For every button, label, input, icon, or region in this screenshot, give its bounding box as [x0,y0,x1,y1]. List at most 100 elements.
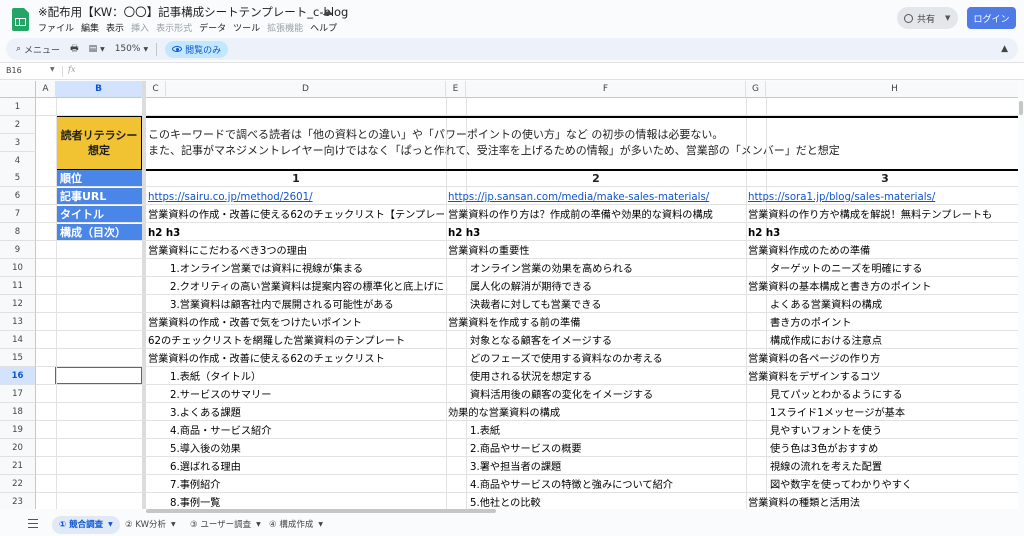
outline-item[interactable]: 2.サービスのサマリー [170,387,444,404]
cloud-status-icon[interactable]: ☁ [322,5,333,18]
outline-item[interactable]: 営業資料の作成・改善で気をつけたいポイント [148,315,444,332]
row-header[interactable]: 18 [0,403,36,421]
outline-item[interactable]: 営業資料の基本構成と書き方のポイント [748,279,1018,296]
outline-item[interactable]: 営業資料の作成・改善に使える62のチェックリスト [148,351,444,368]
sheet-tab[interactable]: ② KW分析 ▼ [118,516,183,534]
scroll-thumb[interactable] [1019,101,1023,115]
row-header[interactable]: 10 [0,259,36,277]
zoom-select[interactable]: 150% ▼ [115,44,148,54]
menu-item[interactable]: ヘルプ [310,21,337,34]
outline-item[interactable]: 4.商品・サービス紹介 [170,423,444,440]
article-title[interactable]: 営業資料の作成・改善に使える62のチェックリスト【テンプレート付】 [148,207,444,224]
all-sheets-menu-icon[interactable] [28,519,38,528]
vertical-scrollbar[interactable] [1018,81,1024,509]
menu-item[interactable]: ファイル [38,21,74,34]
outline-item[interactable]: 7.事例紹介 [170,477,444,494]
heading-tags[interactable]: h2 h3 [448,225,744,242]
outline-item[interactable]: 6.選ばれる理由 [170,459,444,476]
menu-item[interactable]: 表示 [106,21,124,34]
row-header[interactable]: 20 [0,439,36,457]
chevron-down-icon[interactable]: ▼ [171,516,176,534]
menu-item[interactable]: 挿入 [131,21,149,34]
menu-item[interactable]: ツール [233,21,260,34]
chevron-down-icon[interactable]: ▼ [50,66,55,73]
sheet-tab[interactable]: ④ 構成作成 ▼ [262,516,330,534]
menu-item[interactable]: 編集 [81,21,99,34]
row-header[interactable]: 4 [0,152,36,170]
outline-item[interactable]: 営業資料にこだわるべき3つの理由 [148,243,444,260]
column-header[interactable]: E [446,81,466,98]
rank-number[interactable]: 3 [746,170,1018,188]
outline-item[interactable]: 2.商品やサービスの概要 [470,441,744,458]
name-box[interactable]: B16 [6,66,22,75]
column-header[interactable]: H [766,81,1018,98]
chevron-down-icon[interactable]: ▼ [108,516,113,534]
outline-item[interactable]: オンライン営業の効果を高められる [470,261,744,278]
row-header[interactable]: 23 [0,493,36,509]
outline-item[interactable]: どのフェーズで使用する資料なのか考える [470,351,744,368]
outline-item[interactable]: 1.表紙（タイトル） [170,369,444,386]
outline-item[interactable]: 対象となる顧客をイメージする [470,333,744,350]
freeze-divider[interactable] [142,81,146,509]
heading-tags[interactable]: h2 h3 [748,225,1018,242]
outline-item[interactable]: 資料活用後の顧客の変化をイメージする [470,387,744,404]
row-header[interactable]: 13 [0,313,36,331]
column-header[interactable]: F [466,81,746,98]
outline-item[interactable]: 営業資料の重要性 [448,243,744,260]
outline-item[interactable]: 5.他社との比較 [470,495,744,509]
outline-item[interactable]: 8.事例一覧 [170,495,444,509]
row-header[interactable]: 7 [0,205,36,223]
row-header[interactable]: 1 [0,98,36,116]
row-header[interactable]: 19 [0,421,36,439]
chevron-down-icon[interactable]: ▼ [256,516,261,534]
outline-item[interactable]: 決裁者に対しても営業できる [470,297,744,314]
outline-item[interactable]: 営業資料の各ページの作り方 [748,351,1018,368]
row-header[interactable]: 5 [0,169,36,187]
select-all-corner[interactable] [0,81,36,98]
outline-item[interactable]: 営業資料をデザインするコツ [748,369,1018,386]
outline-item[interactable]: 見てパッとわかるようにする [770,387,1018,404]
row-header[interactable]: 12 [0,295,36,313]
outline-item[interactable]: 営業資料の種類と活用法 [748,495,1018,509]
selected-cell[interactable] [55,366,143,385]
menu-item[interactable]: 表示形式 [156,21,192,34]
outline-item[interactable]: 3.署や担当者の課題 [470,459,744,476]
article-title[interactable]: 営業資料の作り方や構成を解説！無料テンプレートも [748,207,1018,224]
row-header[interactable]: 6 [0,187,36,205]
outline-item[interactable]: 使用される状況を想定する [470,369,744,386]
outline-item[interactable]: 属人化の解消が期待できる [470,279,744,296]
chevron-up-icon[interactable]: ▲ [1001,44,1008,54]
row-header[interactable]: 2 [0,116,36,134]
outline-item[interactable]: 視線の流れを考えた配置 [770,459,1018,476]
rank-number[interactable]: 1 [146,170,446,188]
article-url-link[interactable]: https://sora1.jp/blog/sales-materials/ [748,189,1018,206]
column-header[interactable]: B [56,81,142,98]
print-button[interactable]: 🖶 [70,41,79,57]
sheet-tab[interactable]: ① 競合調査 ▼ [52,516,120,534]
row-header[interactable]: 3 [0,134,36,152]
heading-tags[interactable]: h2 h3 [148,225,444,242]
outline-item[interactable]: 図や数字を使ってわかりやすく [770,477,1018,494]
column-header[interactable]: A [36,81,56,98]
outline-item[interactable]: 1.オンライン営業では資料に視線が集まる [170,261,444,278]
article-url-link[interactable]: https://sairu.co.jp/method/2601/ [148,189,444,206]
outline-item[interactable]: 5.導入後の効果 [170,441,444,458]
download-button[interactable]: ▤ ▼ [89,44,105,54]
outline-item[interactable]: 3.よくある課題 [170,405,444,422]
article-title[interactable]: 営業資料の作り方は？作成前の準備や効果的な資料の構成 [448,207,744,224]
sheets-logo-icon[interactable] [12,8,29,31]
rank-number[interactable]: 2 [446,170,746,188]
row-header[interactable]: 9 [0,241,36,259]
chevron-down-icon[interactable]: ▼ [318,516,323,534]
outline-item[interactable]: 4.商品やサービスの特徴と強みについて紹介 [470,477,744,494]
outline-item[interactable]: 営業資料を作成する前の準備 [448,315,744,332]
sheet-tab[interactable]: ③ ユーザー調査 ▼ [183,516,268,534]
outline-item[interactable]: 営業資料作成のための準備 [748,243,1018,260]
spreadsheet-grid[interactable]: 読者リテラシー 想定 このキーワードで調べる読者は「他の資料との違い」や「パワーポ… [0,81,1018,509]
outline-item[interactable]: 書き方のポイント [770,315,1018,332]
row-header[interactable]: 17 [0,385,36,403]
outline-item[interactable]: 62のチェックリストを網羅した営業資料のテンプレート [148,333,444,350]
row-header[interactable]: 11 [0,277,36,295]
column-header[interactable]: G [746,81,766,98]
row-header[interactable]: 16 [0,367,36,385]
